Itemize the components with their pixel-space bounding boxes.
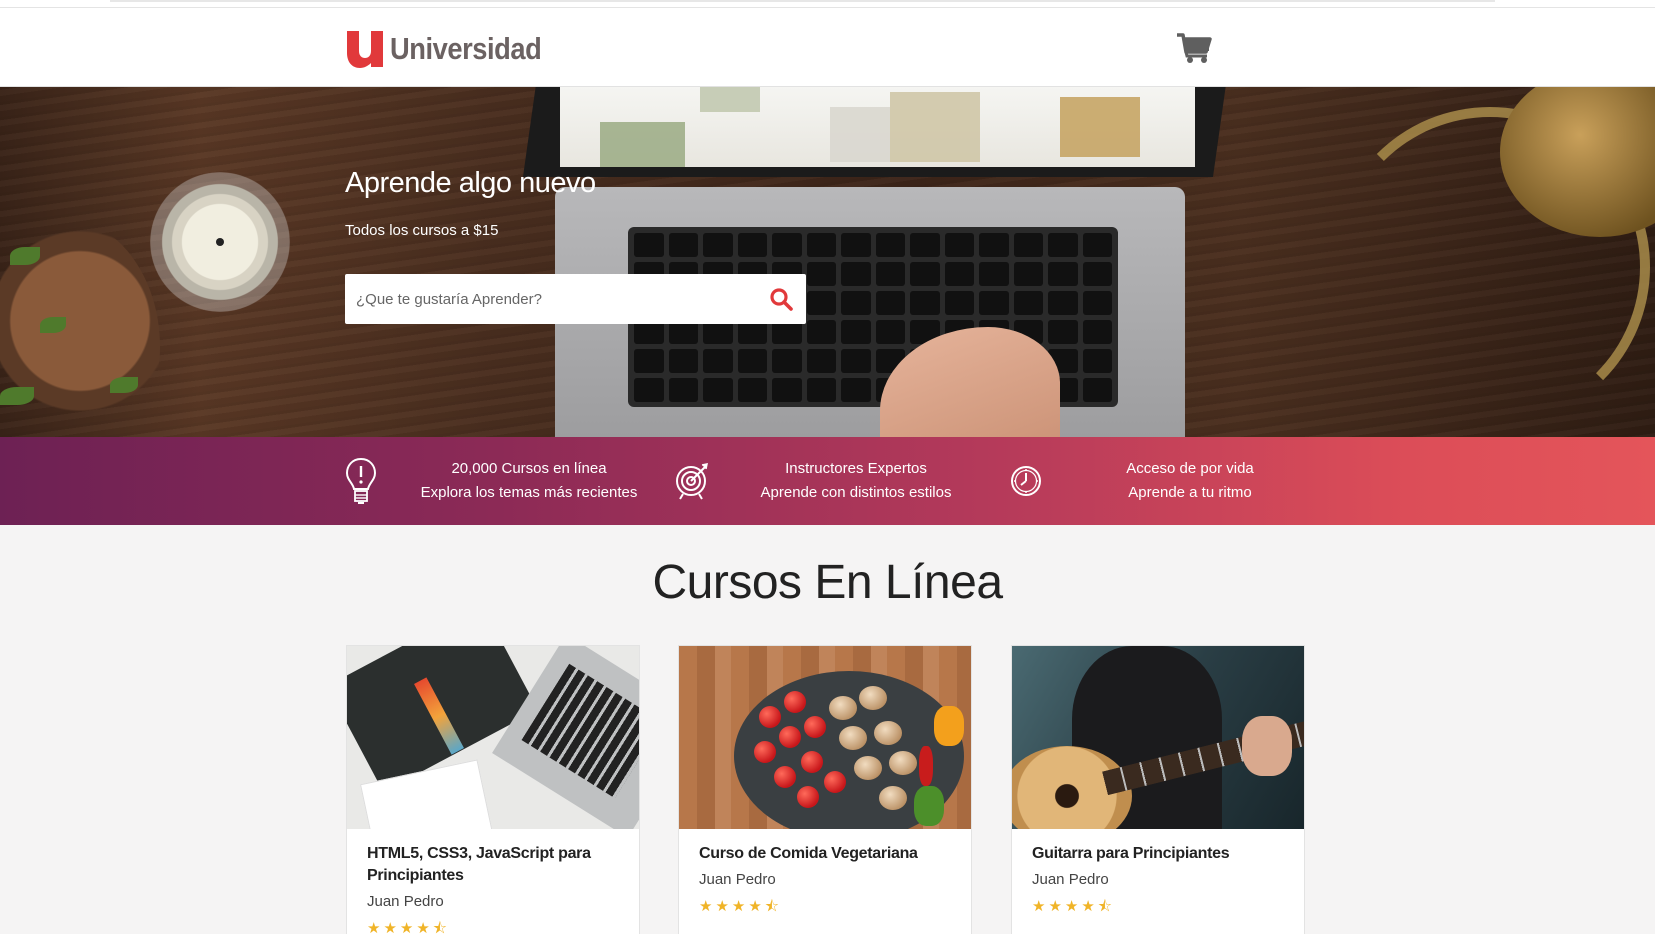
course-card[interactable]: Guitarra para Principiantes Juan Pedro ★… <box>1011 645 1305 934</box>
course-card[interactable]: HTML5, CSS3, JavaScript para Principiant… <box>346 645 640 934</box>
hero-leaf <box>10 247 40 265</box>
course-card-body: Guitarra para Principiantes Juan Pedro ★… <box>1012 829 1304 934</box>
course-title[interactable]: Curso de Comida Vegetariana <box>699 843 951 865</box>
course-card-body: Curso de Comida Vegetariana Juan Pedro ★… <box>679 829 971 934</box>
hero-leaf <box>110 377 138 393</box>
logo-mark-icon <box>347 31 383 68</box>
hero-candle-wick <box>216 238 224 246</box>
course-title[interactable]: HTML5, CSS3, JavaScript para Principiant… <box>367 843 619 887</box>
feature-description: Aprende con distintos estilos <box>760 484 952 501</box>
logo-text: Universidad <box>390 31 542 66</box>
feature-description: Aprende a tu ritmo <box>1128 484 1252 501</box>
hero-banner: Aprende algo nuevo Todos los cursos a $1… <box>0 87 1655 437</box>
hero-leaf <box>0 387 34 405</box>
cart-icon <box>1177 33 1212 63</box>
course-author: Juan Pedro <box>367 893 444 910</box>
feature-description: Explora los temas más recientes <box>420 484 638 501</box>
feature-title: Instructores Expertos <box>785 460 927 477</box>
hero-leaf <box>40 317 66 333</box>
features-bar: 20,000 Cursos en línea Explora los temas… <box>0 437 1655 525</box>
star-rating-icon: ★★★★⯪ <box>1032 898 1115 915</box>
hero-content: Aprende algo nuevo Todos los cursos a $1… <box>345 167 596 239</box>
browser-top-strip <box>0 0 1655 8</box>
feature-title: Acceso de por vida <box>1126 460 1254 477</box>
target-icon <box>672 456 712 506</box>
feature-item: Instructores Expertos Aprende con distin… <box>672 437 966 525</box>
hero-laptop-display <box>560 87 1195 167</box>
course-card-body: HTML5, CSS3, JavaScript para Principiant… <box>347 829 639 934</box>
feature-item: 20,000 Cursos en línea Explora los temas… <box>341 437 649 525</box>
search-button[interactable] <box>756 274 806 324</box>
star-rating-icon: ★★★★⯪ <box>699 898 782 915</box>
site-header: Universidad <box>0 8 1655 87</box>
course-image <box>347 646 639 829</box>
feature-text: 20,000 Cursos en línea Explora los temas… <box>409 457 649 505</box>
feature-text: Instructores Expertos Aprende con distin… <box>746 457 966 505</box>
feature-text: Acceso de por vida Aprende a tu ritmo <box>1090 457 1290 505</box>
course-author: Juan Pedro <box>1032 871 1109 888</box>
course-title[interactable]: Guitarra para Principiantes <box>1032 843 1284 865</box>
course-image <box>1012 646 1304 829</box>
search-input[interactable] <box>345 274 756 324</box>
course-author: Juan Pedro <box>699 871 776 888</box>
hero-title: Aprende algo nuevo <box>345 167 596 199</box>
search-box <box>345 274 806 324</box>
search-icon <box>770 288 793 311</box>
feature-title: 20,000 Cursos en línea <box>451 460 607 477</box>
hero-subtitle: Todos los cursos a $15 <box>345 222 499 239</box>
course-image <box>679 646 971 829</box>
star-rating-icon: ★★★★⯪ <box>367 920 450 934</box>
clock-icon <box>1006 456 1046 506</box>
section-title: Cursos En Línea <box>652 556 1003 609</box>
cart-button[interactable] <box>1176 32 1212 64</box>
lightbulb-icon <box>341 456 381 506</box>
logo-link[interactable]: Universidad <box>345 25 562 73</box>
feature-item: Acceso de por vida Aprende a tu ritmo <box>1006 437 1290 525</box>
course-card[interactable]: Curso de Comida Vegetariana Juan Pedro ★… <box>678 645 972 934</box>
